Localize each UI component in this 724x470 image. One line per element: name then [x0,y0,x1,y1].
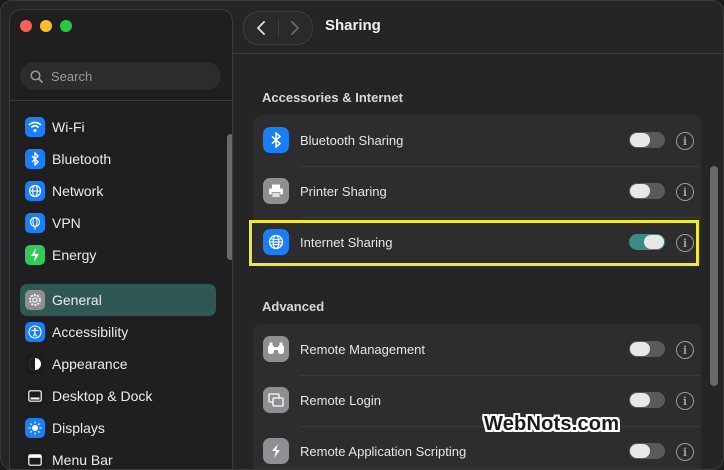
row-label: Internet Sharing [300,235,393,250]
gear-icon [25,290,45,310]
sidebar-item-label: VPN [52,215,81,231]
minimize-window-button[interactable] [40,20,52,32]
sidebar-item-menu-bar[interactable]: Menu Bar [20,444,216,469]
sidebar-item-label: Appearance [52,356,128,372]
sidebar-scrollbar[interactable] [227,134,232,260]
page-title: Sharing [325,17,381,34]
forward-button[interactable] [278,12,312,44]
globe-icon [263,229,289,255]
sidebar-item-general[interactable]: General [20,284,216,316]
sidebar-item-label: Accessibility [52,324,129,340]
script-icon [263,438,289,464]
wifi-icon [25,117,45,137]
section-title-advanced: Advanced [262,299,325,314]
sun-icon [25,418,45,438]
sidebar-item-network[interactable]: Network [20,175,216,207]
info-icon[interactable]: i [676,132,694,150]
dock-icon [25,386,45,406]
watermark: WebNots.com [484,413,620,435]
sidebar-item-bluetooth[interactable]: Bluetooth [20,143,216,175]
row-remote-login: Remote Login i [253,375,701,426]
chevron-left-icon [256,21,265,35]
sidebar: Wi-Fi Bluetooth Network VP [9,9,233,469]
advanced-group: Remote Management i Remote Login i Remot… [253,324,701,469]
toolbar-divider [233,53,723,54]
window-controls [20,20,72,32]
vpn-globe-icon [25,213,45,233]
row-label: Remote Login [300,393,381,408]
sidebar-item-label: Wi-Fi [52,119,85,135]
sidebar-item-energy[interactable]: Energy [20,239,216,271]
section-title-accessories: Accessories & Internet [262,90,403,105]
close-window-button[interactable] [20,20,32,32]
sidebar-item-wifi[interactable]: Wi-Fi [20,111,216,143]
row-label: Remote Management [300,342,426,357]
printer-icon [263,178,289,204]
menubar-icon [25,450,45,469]
bluetooth-sharing-toggle[interactable] [629,132,665,148]
settings-window: Wi-Fi Bluetooth Network VP [0,0,724,470]
sidebar-item-displays[interactable]: Displays [20,412,216,444]
content-scrollbar[interactable] [710,166,718,386]
search-icon [30,69,43,83]
sidebar-item-label: Displays [52,420,105,436]
sidebar-item-label: Bluetooth [52,151,112,167]
row-label: Remote Application Scripting [300,444,467,459]
chevron-right-icon [291,21,300,35]
row-remote-management: Remote Management i [253,324,701,375]
row-label: Bluetooth Sharing [300,133,404,148]
accessibility-icon [25,322,45,342]
remote-management-toggle[interactable] [629,341,665,357]
info-icon[interactable]: i [676,392,694,410]
nav-buttons [243,11,313,45]
row-label: Printer Sharing [300,184,387,199]
printer-sharing-toggle[interactable] [629,183,665,199]
bluetooth-icon [25,149,45,169]
remote-application-scripting-toggle[interactable] [629,443,665,459]
info-icon[interactable]: i [676,443,694,461]
zoom-window-button[interactable] [60,20,72,32]
search-input[interactable] [49,67,213,85]
info-icon[interactable]: i [676,183,694,201]
bluetooth-icon [263,127,289,153]
remote-login-toggle[interactable] [629,392,665,408]
sidebar-item-label: Desktop & Dock [52,388,153,404]
internet-sharing-toggle[interactable] [629,234,665,250]
sidebar-item-label: Network [52,183,104,199]
remote-login-icon [263,387,289,413]
info-icon[interactable]: i [676,234,694,252]
sidebar-item-label: Energy [52,247,97,263]
sidebar-item-label: General [52,292,102,308]
sidebar-divider [10,100,232,101]
sidebar-item-label: Menu Bar [52,452,113,468]
sidebar-search[interactable] [20,62,221,90]
globe-icon [25,181,45,201]
row-remote-application-scripting: Remote Application Scripting i [253,426,701,469]
accessories-group: Bluetooth Sharing i Printer Sharing i In… [253,115,701,268]
appearance-icon [25,354,45,374]
sidebar-item-desktop-dock[interactable]: Desktop & Dock [20,380,216,412]
sidebar-item-appearance[interactable]: Appearance [20,348,216,380]
binoculars-icon [263,336,289,362]
row-bluetooth-sharing: Bluetooth Sharing i [253,115,701,166]
sidebar-item-vpn[interactable]: VPN [20,207,216,239]
toolbar: Sharing [233,1,723,53]
info-icon[interactable]: i [676,341,694,359]
row-printer-sharing: Printer Sharing i [253,166,701,217]
back-button[interactable] [244,12,278,44]
bolt-icon [25,245,45,265]
sidebar-item-accessibility[interactable]: Accessibility [20,316,216,348]
row-internet-sharing: Internet Sharing i [253,217,701,268]
